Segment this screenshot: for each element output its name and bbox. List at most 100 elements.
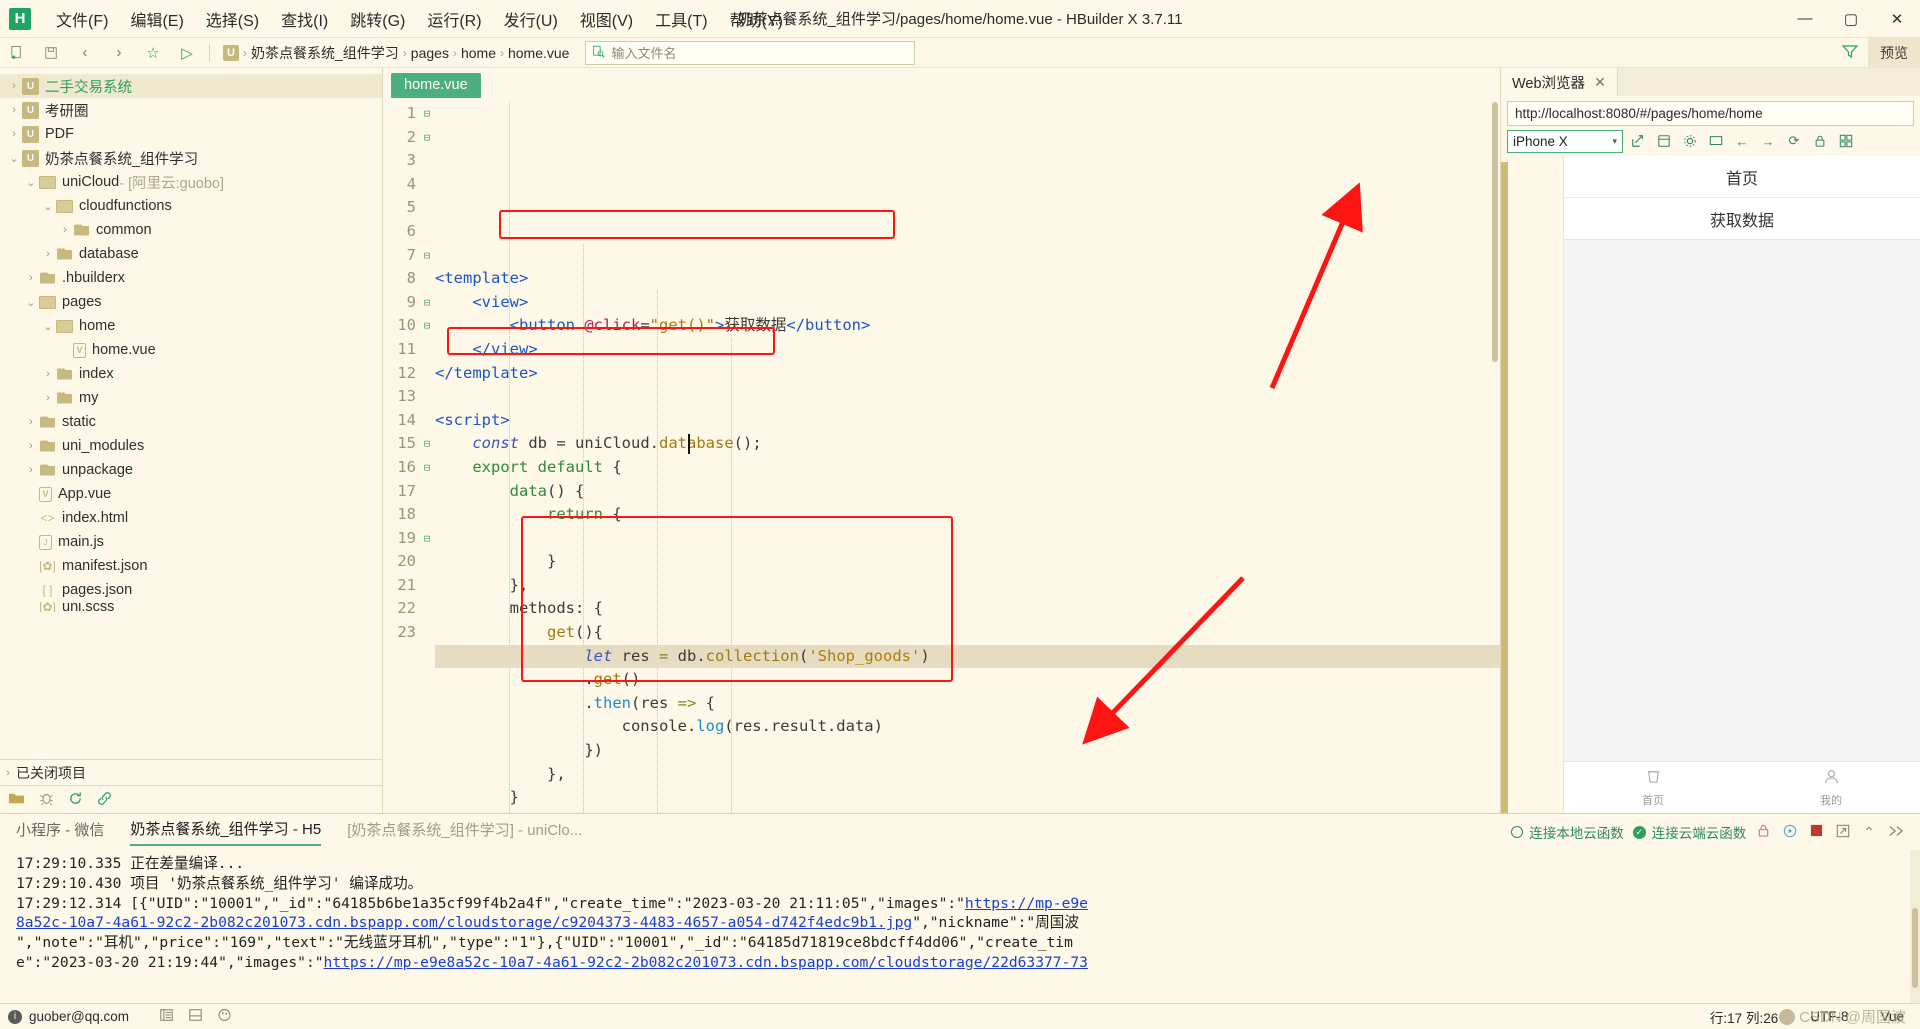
clear-icon[interactable] <box>1886 824 1906 841</box>
project-tree[interactable]: › U 二手交易系统 › U 考研圈 › U PDF ⌄ U 奶茶点餐系统_组件学习 ⌄ uniCloud… <box>0 68 382 759</box>
code-line[interactable]: } <box>435 786 1500 810</box>
close-icon[interactable]: ✕ <box>1594 74 1606 91</box>
chevron-right-icon[interactable]: › <box>40 368 56 380</box>
preview-tab-web-browser[interactable]: Web浏览器 ✕ <box>1501 68 1618 96</box>
collapse-icon[interactable]: ⌃ <box>1861 824 1877 841</box>
chevron-right-icon[interactable]: › <box>57 224 73 236</box>
chevron-down-icon[interactable]: ⌄ <box>23 176 39 189</box>
menu-select[interactable]: 选择(S) <box>195 3 270 35</box>
lock-icon[interactable] <box>1809 130 1831 152</box>
chevron-down-icon[interactable]: ⌄ <box>40 200 56 213</box>
chevron-down-icon[interactable]: ⌄ <box>6 152 22 165</box>
chevron-right-icon[interactable]: › <box>40 248 56 260</box>
code-line[interactable]: .then(res => { <box>435 692 1500 716</box>
fold-toggle-icon[interactable]: ⊟ <box>419 126 435 150</box>
tree-item-my[interactable]: › my <box>0 386 382 410</box>
preview-get-data-button[interactable]: 获取数据 <box>1564 198 1920 240</box>
palette-icon[interactable] <box>217 1008 232 1025</box>
console-tab-unicloud[interactable]: [奶茶点餐系统_组件学习] - uniClo... <box>347 819 582 845</box>
console-scrollbar[interactable] <box>1910 850 1920 1003</box>
fold-toggle-icon[interactable]: ⊟ <box>419 102 435 126</box>
breadcrumb-home[interactable]: home <box>461 45 496 61</box>
chevron-right-icon[interactable]: › <box>6 128 22 140</box>
tree-item-index.html[interactable]: ›<>index.html <box>0 506 382 530</box>
chevron-down-icon[interactable]: ⌄ <box>23 296 39 309</box>
stop-icon[interactable] <box>1808 824 1825 840</box>
forward-icon[interactable]: › <box>104 40 134 66</box>
chevron-right-icon[interactable]: › <box>23 272 39 284</box>
lock-icon[interactable] <box>1755 823 1772 841</box>
menu-find[interactable]: 查找(I) <box>270 3 339 35</box>
menu-file[interactable]: 文件(F) <box>45 3 119 35</box>
code-line[interactable] <box>435 527 1500 551</box>
code-line[interactable] <box>435 385 1500 409</box>
editor-scrollbar-thumb[interactable] <box>1492 102 1498 362</box>
code-line[interactable]: }) <box>435 739 1500 763</box>
tree-item-index[interactable]: › index <box>0 362 382 386</box>
code-line[interactable]: <template> <box>435 267 1500 291</box>
tree-item-app.vue[interactable]: ›VApp.vue <box>0 482 382 506</box>
console-tab-wechat[interactable]: 小程序 - 微信 <box>16 819 104 845</box>
breadcrumb-project[interactable]: 奶茶点餐系统_组件学习 <box>251 43 399 63</box>
preview-button[interactable]: 预览 <box>1868 37 1920 68</box>
maximize-button[interactable]: ▢ <box>1828 0 1874 38</box>
fold-toggle-icon[interactable]: ⊟ <box>419 527 435 551</box>
play-icon[interactable] <box>1781 824 1799 841</box>
layout-icon[interactable] <box>188 1008 203 1025</box>
code-line[interactable]: <button @click="get()">获取数据</button> <box>435 314 1500 338</box>
code-line[interactable]: }, <box>435 763 1500 787</box>
tree-item-uni_modules[interactable]: › uni_modules <box>0 434 382 458</box>
folder-icon[interactable] <box>8 791 25 808</box>
console-output[interactable]: 17:29:10.335 正在差量编译... 17:29:10.430 项目 '奶… <box>0 850 1920 1003</box>
code-line[interactable]: } <box>435 550 1500 574</box>
menu-tools[interactable]: 工具(T) <box>644 3 718 35</box>
bookmark-star-icon[interactable]: ☆ <box>138 40 168 66</box>
code-line[interactable]: get(){ <box>435 621 1500 645</box>
menu-view[interactable]: 视图(V) <box>569 3 644 35</box>
fold-toggle-icon[interactable]: ⊟ <box>419 314 435 338</box>
tree-item-pages[interactable]: ⌄ pages <box>0 290 382 314</box>
menu-publish[interactable]: 发行(U) <box>493 3 569 35</box>
breadcrumb-pages[interactable]: pages <box>411 45 449 61</box>
chevron-right-icon[interactable]: › <box>23 440 39 452</box>
code-line[interactable]: methods: { <box>435 597 1500 621</box>
export-icon[interactable] <box>1834 824 1852 841</box>
filter-icon[interactable] <box>1832 44 1868 62</box>
tree-item--[interactable]: › U 二手交易系统 <box>0 74 382 98</box>
grid-icon[interactable] <box>1835 130 1857 152</box>
save-icon[interactable] <box>36 40 66 66</box>
code-text[interactable]: <template> <view> <button @click="get()"… <box>435 98 1500 813</box>
chevron-right-icon[interactable]: › <box>23 464 39 476</box>
fold-toggle-icon[interactable]: ⊟ <box>419 244 435 268</box>
menu-goto[interactable]: 跳转(G) <box>339 3 416 35</box>
chevron-right-icon[interactable]: › <box>40 392 56 404</box>
layers-icon[interactable] <box>1653 130 1675 152</box>
preview-url-input[interactable]: http://localhost:8080/#/pages/home/home <box>1507 101 1914 126</box>
chevron-right-icon[interactable]: › <box>6 104 22 116</box>
tree-item-pages.json[interactable]: ›[ ]pages.json <box>0 578 382 602</box>
menu-run[interactable]: 运行(R) <box>416 3 492 35</box>
editor-tab-home-vue[interactable]: home.vue <box>391 73 481 98</box>
panel-resize-handle[interactable] <box>1501 162 1508 813</box>
code-line[interactable]: let res = db.collection('Shop_goods') <box>435 644 1500 669</box>
close-button[interactable]: ✕ <box>1874 0 1920 38</box>
fold-toggle-icon[interactable]: ⊟ <box>419 432 435 456</box>
run-icon[interactable]: ▷ <box>172 40 202 66</box>
tree-item-common[interactable]: › common <box>0 218 382 242</box>
remote-cloud-status[interactable]: ✓ 连接云端云函数 <box>1632 822 1746 842</box>
gear-icon[interactable] <box>1679 130 1701 152</box>
tree-item-home.vue[interactable]: ›Vhome.vue <box>0 338 382 362</box>
status-line-col[interactable]: 行:17 列:26 <box>1710 1007 1778 1027</box>
tree-item-database[interactable]: › database <box>0 242 382 266</box>
menu-help[interactable]: 帮助(Y) <box>719 3 794 35</box>
tree-item-uni.scss[interactable]: ›[✿]uni.scss <box>0 602 382 612</box>
filename-search-input[interactable]: 输入文件名 <box>585 40 916 65</box>
code-line[interactable]: <view> <box>435 291 1500 315</box>
fold-toggle-icon[interactable]: ⊟ <box>419 291 435 315</box>
code-area[interactable]: 1 2 3 4 5 6 7 8 9 10 11 12 13 14 15 16 17 18 19 20 21 22 23 ⊟ ⊟… <box>383 98 1500 813</box>
fold-toggle-icon[interactable]: ⊟ <box>419 456 435 480</box>
new-file-icon[interactable] <box>2 40 32 66</box>
chevron-right-icon[interactable]: › <box>6 80 22 92</box>
minimize-button[interactable]: — <box>1782 0 1828 38</box>
code-line[interactable]: export default { <box>435 456 1500 480</box>
